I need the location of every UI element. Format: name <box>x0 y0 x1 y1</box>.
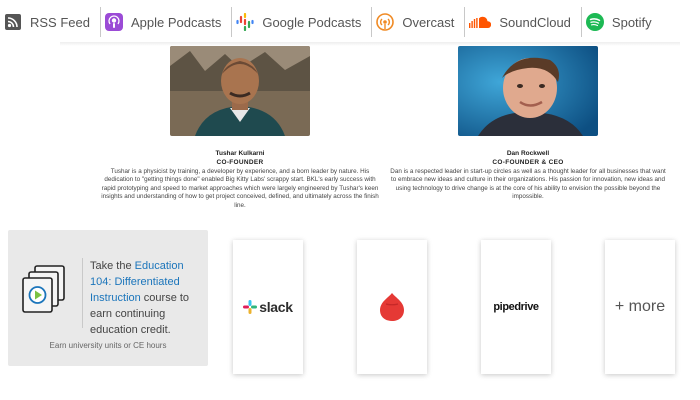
founder-role: CO-FOUNDER & CEO <box>492 159 564 166</box>
founder-bio: Tushar is a physicist by training, a dev… <box>101 168 379 209</box>
founder-card: Tushar Kulkarni CO-FOUNDER Tushar is a p… <box>100 46 380 210</box>
education-promo-card[interactable]: Take the Education 104: Differentiated I… <box>8 230 208 366</box>
apple-podcasts-link[interactable]: Apple Podcasts <box>101 6 231 38</box>
overcast-link[interactable]: Overcast <box>372 6 464 38</box>
education-footer: Earn university units or CE hours <box>49 341 167 350</box>
founder-bio: Dan is a respected leader in start-up ci… <box>390 168 666 201</box>
podcast-bar: RSS Feed Apple Podcasts Google Podcasts … <box>0 4 700 40</box>
integration-card-slack[interactable]: slack <box>233 240 303 374</box>
slack-logo-icon <box>243 300 258 314</box>
integration-card-pipedrive[interactable]: pipedrive <box>481 240 551 374</box>
founder-role: CO-FOUNDER <box>216 159 264 166</box>
pipedrive-label: pipedrive <box>493 301 539 313</box>
education-promo-text: Take the Education 104: Differentiated I… <box>90 258 202 338</box>
founder-name: Dan Rockwell <box>506 150 550 157</box>
video-course-icon <box>22 264 66 321</box>
overcast-icon <box>376 13 395 31</box>
soundcloud-icon <box>469 13 492 31</box>
soundcloud-link[interactable]: SoundCloud <box>465 6 581 38</box>
divider <box>82 258 83 328</box>
apple-podcasts-label: Apple Podcasts <box>130 14 222 30</box>
founder-card: Dan Rockwell CO-FOUNDER & CEO Dan is a r… <box>388 46 668 202</box>
more-integrations-label: + more <box>614 298 666 315</box>
founder-photo <box>170 46 310 136</box>
spotify-icon <box>585 13 604 31</box>
spotify-link[interactable]: Spotify <box>582 6 662 38</box>
integration-card-red-app[interactable] <box>357 240 427 374</box>
founder-name: Tushar Kulkarni <box>215 150 265 157</box>
apple-podcasts-icon <box>104 13 123 31</box>
google-podcasts-link[interactable]: Google Podcasts <box>232 6 371 38</box>
spotify-label: Spotify <box>611 14 652 30</box>
google-podcasts-label: Google Podcasts <box>262 14 362 30</box>
education-text-before: Take the <box>90 260 135 272</box>
founder-photo <box>458 46 598 136</box>
rss-feed-link[interactable]: RSS Feed <box>0 6 100 38</box>
red-app-logo-icon <box>379 292 405 322</box>
slack-label: slack <box>259 299 293 315</box>
integration-card-more[interactable]: + more <box>605 240 675 374</box>
soundcloud-label: SoundCloud <box>499 14 571 30</box>
google-podcasts-icon <box>236 13 254 31</box>
rss-feed-label: RSS Feed <box>30 14 90 30</box>
rss-icon <box>4 13 22 31</box>
overcast-label: Overcast <box>402 14 455 30</box>
